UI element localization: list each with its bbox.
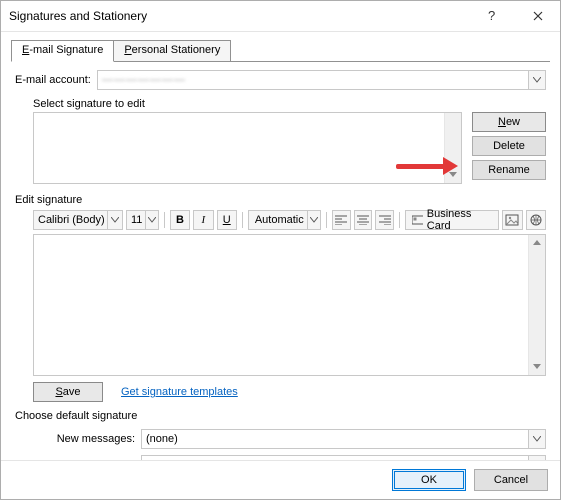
dialog-window: Signatures and Stationery ? E-mail Signa… [0,0,561,500]
new-button[interactable]: New [472,112,546,132]
toolbar-separator [399,212,400,228]
signature-buttons: New Delete Rename [472,112,546,184]
chevron-down-icon [528,456,545,460]
new-messages-label: New messages: [15,433,135,445]
font-family-value: Calibri (Body) [38,214,105,226]
new-messages-row: New messages: (none) [15,429,546,449]
email-account-dropdown[interactable]: ——————— [97,70,546,90]
cancel-button[interactable]: Cancel [474,469,548,491]
scroll-down-icon [529,359,545,375]
toolbar-separator [326,212,327,228]
scroll-down-icon [445,167,461,183]
save-row: Save Get signature templates [33,382,546,402]
email-account-row: E-mail account: ——————— [15,70,546,90]
chevron-down-icon [307,211,320,229]
edit-signature-label: Edit signature [15,194,546,206]
close-button[interactable] [515,1,560,31]
italic-button[interactable]: I [193,210,213,230]
font-size-dropdown[interactable]: 11 [126,210,159,230]
delete-button[interactable]: Delete [472,136,546,156]
replies-forwards-value: (none) [146,459,178,460]
bold-button[interactable]: B [170,210,190,230]
signature-select-area: New Delete Rename [33,112,546,184]
chevron-down-icon [145,211,158,229]
save-button[interactable]: Save [33,382,103,402]
toolbar-separator [242,212,243,228]
title-bar: Signatures and Stationery ? [1,1,560,32]
editor-scrollbar[interactable] [528,235,545,375]
signature-list-scrollbar[interactable] [444,113,461,183]
svg-text:?: ? [488,9,495,23]
font-size-value: 11 [131,214,142,226]
help-button[interactable]: ? [470,1,515,31]
window-title: Signatures and Stationery [9,9,470,23]
business-card-icon [412,215,423,225]
underline-button[interactable]: U [217,210,237,230]
ok-button[interactable]: OK [392,469,466,491]
picture-icon [505,214,519,226]
get-templates-link[interactable]: Get signature templates [121,386,238,398]
chevron-down-icon [107,211,122,229]
align-right-button[interactable] [375,210,394,230]
replies-forwards-dropdown[interactable]: (none) [141,455,546,460]
new-messages-value: (none) [146,433,178,445]
tab-email-signature[interactable]: E-mail Signature [11,40,114,62]
dialog-footer: OK Cancel [1,460,560,499]
font-color-value: Automatic [255,214,304,226]
insert-picture-button[interactable] [502,210,522,230]
replies-forwards-row: Replies/forwards: (none) [15,455,546,460]
font-color-dropdown[interactable]: Automatic [248,210,321,230]
toolbar-separator [164,212,165,228]
rename-button[interactable]: Rename [472,160,546,180]
replies-forwards-label: Replies/forwards: [15,459,135,460]
chevron-down-icon [528,430,545,448]
select-signature-label: Select signature to edit [33,98,546,110]
signature-editor[interactable] [33,234,546,376]
business-card-button[interactable]: Business Card [405,210,499,230]
business-card-label: Business Card [427,208,492,232]
choose-default-label: Choose default signature [15,410,546,422]
dialog-content: E-mail account: ——————— Select signature… [1,62,560,460]
email-account-value: ——————— [102,74,186,86]
scroll-up-icon [529,235,545,251]
tab-personal-stationery[interactable]: Personal Stationery [113,40,231,62]
link-icon [529,214,543,226]
chevron-down-icon [528,71,545,89]
tab-strip: E-mail Signature Personal Stationery [11,40,550,62]
email-account-label: E-mail account: [15,74,91,86]
align-center-button[interactable] [354,210,373,230]
align-left-button[interactable] [332,210,351,230]
font-family-dropdown[interactable]: Calibri (Body) [33,210,123,230]
new-messages-dropdown[interactable]: (none) [141,429,546,449]
signature-list[interactable] [33,112,462,184]
insert-hyperlink-button[interactable] [526,210,546,230]
editor-toolbar: Calibri (Body) 11 B I U Automatic [33,210,546,230]
